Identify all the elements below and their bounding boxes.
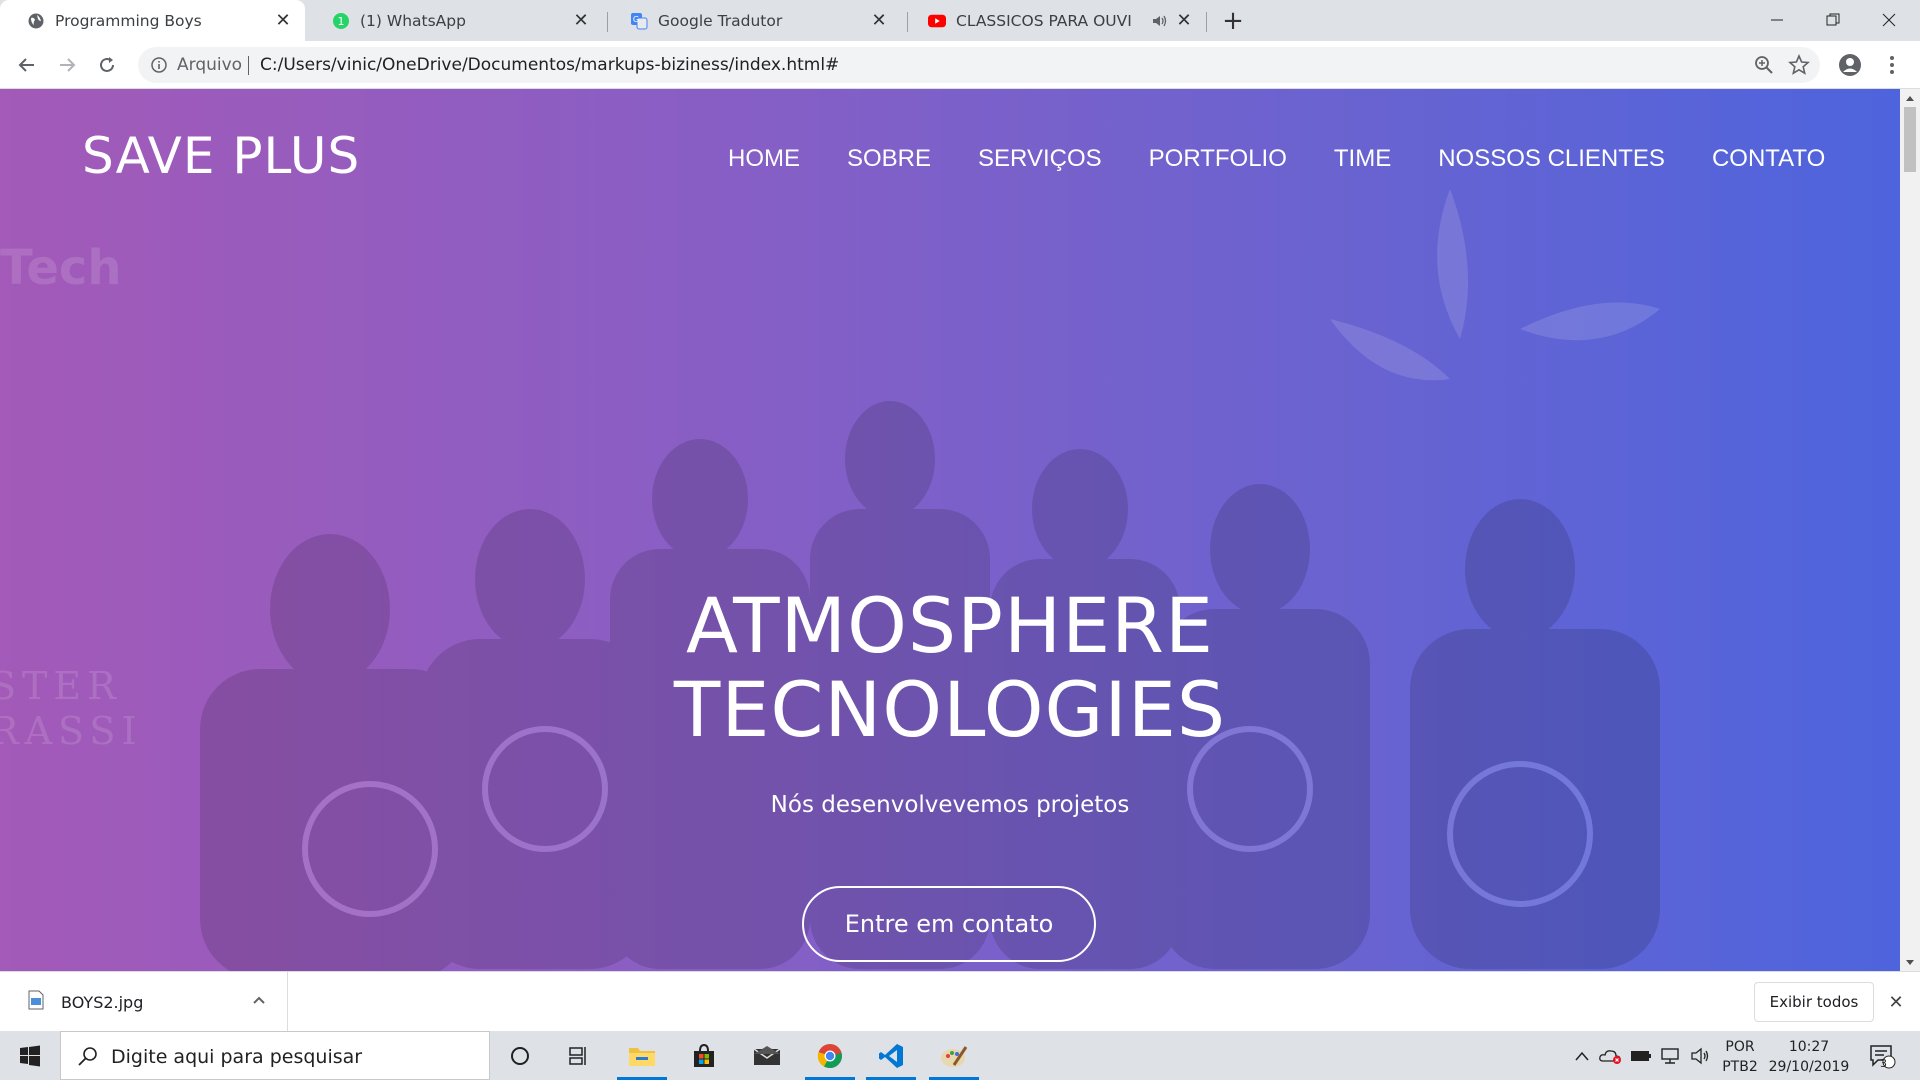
taskbar-clock[interactable]: 10:27 29/10/2019: [1764, 1037, 1854, 1077]
tab-title: Google Tradutor: [658, 12, 783, 30]
image-file-icon: [28, 990, 44, 1010]
chevron-up-icon[interactable]: [250, 992, 268, 1010]
contact-cta-button[interactable]: Entre em contato: [802, 886, 1096, 962]
clock-time: 10:27: [1788, 1039, 1830, 1055]
scroll-down-arrow-icon[interactable]: [1900, 954, 1920, 971]
address-url[interactable]: C:/Users/vinic/OneDrive/Documentos/marku…: [260, 55, 839, 75]
show-all-downloads-button[interactable]: Exibir todos: [1754, 982, 1874, 1022]
clock-date: 29/10/2019: [1768, 1059, 1850, 1075]
globe-icon: [27, 12, 45, 30]
page-scrollbar[interactable]: [1900, 89, 1920, 971]
back-button[interactable]: [13, 51, 41, 79]
address-bar[interactable]: Arquivo C:/Users/vinic/OneDrive/Document…: [138, 47, 1820, 83]
tab-title: (1) WhatsApp: [360, 12, 466, 30]
download-file-name: BOYS2.jpg: [61, 993, 144, 1012]
address-scheme-label: Arquivo: [177, 55, 243, 75]
nav-home[interactable]: HOME: [728, 145, 800, 173]
nav-nossos-clientes[interactable]: NOSSOS CLIENTES: [1438, 145, 1665, 173]
close-window-button[interactable]: [1866, 0, 1912, 40]
restore-button[interactable]: [1810, 0, 1856, 40]
battery-icon[interactable]: [1628, 1031, 1654, 1080]
vscode-icon[interactable]: [862, 1031, 920, 1080]
browser-tab-strip: Programming Boys ✕ 1 (1) WhatsApp ✕ G Go…: [0, 0, 1920, 41]
mail-icon[interactable]: [738, 1031, 796, 1080]
task-view-icon[interactable]: [550, 1031, 608, 1080]
bookmark-star-icon[interactable]: [1788, 53, 1810, 76]
svg-text:1: 1: [338, 15, 345, 28]
network-icon[interactable]: [1658, 1031, 1684, 1080]
scroll-up-arrow-icon[interactable]: [1900, 89, 1920, 106]
windows-start-icon[interactable]: [0, 1031, 60, 1080]
input-language-indicator[interactable]: POR PTB2: [1720, 1037, 1760, 1077]
tab-title: Programming Boys: [55, 12, 202, 30]
paint-icon[interactable]: [925, 1031, 983, 1080]
action-center-icon[interactable]: 3: [1862, 1031, 1902, 1080]
whatsapp-icon: 1: [332, 12, 350, 30]
tab-google-tradutor[interactable]: G Google Tradutor ✕: [603, 0, 901, 41]
download-shelf: BOYS2.jpg Exibir todos ✕: [0, 971, 1920, 1032]
windows-taskbar: Digite aqui para pesquisar POR PTB2 10:2…: [0, 1031, 1920, 1080]
tab-whatsapp[interactable]: 1 (1) WhatsApp ✕: [305, 0, 603, 41]
close-tab-icon[interactable]: ✕: [869, 10, 889, 31]
search-icon: [77, 1046, 99, 1068]
new-tab-button[interactable]: +: [1220, 6, 1246, 36]
lang-line1: POR: [1725, 1039, 1755, 1055]
close-tab-icon[interactable]: ✕: [571, 10, 591, 31]
nav-servicos[interactable]: SERVIÇOS: [978, 145, 1102, 173]
google-translate-icon: G: [630, 12, 648, 30]
page-viewport: Tech STER RASSI SAVE PLUS HOME SOBRE SER…: [0, 89, 1900, 971]
microsoft-store-icon[interactable]: [675, 1031, 733, 1080]
nav-time[interactable]: TIME: [1334, 145, 1391, 173]
minimize-button[interactable]: [1754, 0, 1800, 40]
zoom-icon[interactable]: [1754, 55, 1774, 75]
site-main-nav: HOME SOBRE SERVIÇOS PORTFOLIO TIME NOSSO…: [728, 145, 1825, 173]
hero-title: ATMOSPHERE TECNOLOGIES: [0, 584, 1900, 752]
close-tab-icon[interactable]: ✕: [1174, 10, 1194, 31]
taskbar-search-box[interactable]: Digite aqui para pesquisar: [60, 1031, 490, 1080]
hero-subtitle: Nós desenvolvevemos projetos: [770, 792, 1130, 818]
notification-count: 3: [1880, 1057, 1887, 1070]
info-icon[interactable]: [150, 56, 168, 74]
svg-text:Tech: Tech: [0, 240, 122, 296]
hero-background-photo: Tech STER RASSI: [0, 189, 1660, 971]
tab-title: CLASSICOS PARA OUVIR A 2: [956, 12, 1131, 30]
onedrive-error-icon[interactable]: [1598, 1031, 1624, 1080]
close-download-shelf-icon[interactable]: ✕: [1886, 992, 1906, 1013]
reload-button[interactable]: [93, 51, 121, 79]
show-hidden-icons-icon[interactable]: [1570, 1031, 1594, 1080]
audio-playing-icon[interactable]: [1151, 12, 1169, 30]
volume-icon[interactable]: [1688, 1031, 1714, 1080]
close-tab-icon[interactable]: ✕: [273, 10, 293, 31]
tab-programming-boys[interactable]: Programming Boys ✕: [0, 0, 305, 41]
download-item[interactable]: BOYS2.jpg: [0, 972, 288, 1032]
lang-line2: PTB2: [1722, 1059, 1758, 1075]
profile-avatar-icon[interactable]: [1838, 53, 1862, 77]
forward-button[interactable]: [53, 51, 81, 79]
svg-text:G: G: [633, 15, 639, 24]
scrollbar-thumb[interactable]: [1904, 107, 1916, 172]
nav-sobre[interactable]: SOBRE: [847, 145, 931, 173]
nav-portfolio[interactable]: PORTFOLIO: [1149, 145, 1287, 173]
browser-toolbar: Arquivo C:/Users/vinic/OneDrive/Document…: [0, 41, 1920, 89]
more-menu-icon[interactable]: [1882, 53, 1902, 77]
site-brand-logo[interactable]: SAVE PLUS: [82, 127, 360, 185]
search-placeholder: Digite aqui para pesquisar: [111, 1046, 363, 1068]
chrome-icon[interactable]: [801, 1031, 859, 1080]
tab-classicos[interactable]: CLASSICOS PARA OUVIR A 2 ✕: [901, 0, 1206, 41]
file-explorer-icon[interactable]: [613, 1031, 671, 1080]
hero-title-line2: TECNOLOGIES: [673, 665, 1227, 754]
hero-title-line1: ATMOSPHERE: [686, 581, 1214, 670]
cortana-icon[interactable]: [491, 1031, 549, 1080]
youtube-icon: [928, 12, 946, 30]
nav-contato[interactable]: CONTATO: [1712, 145, 1825, 173]
